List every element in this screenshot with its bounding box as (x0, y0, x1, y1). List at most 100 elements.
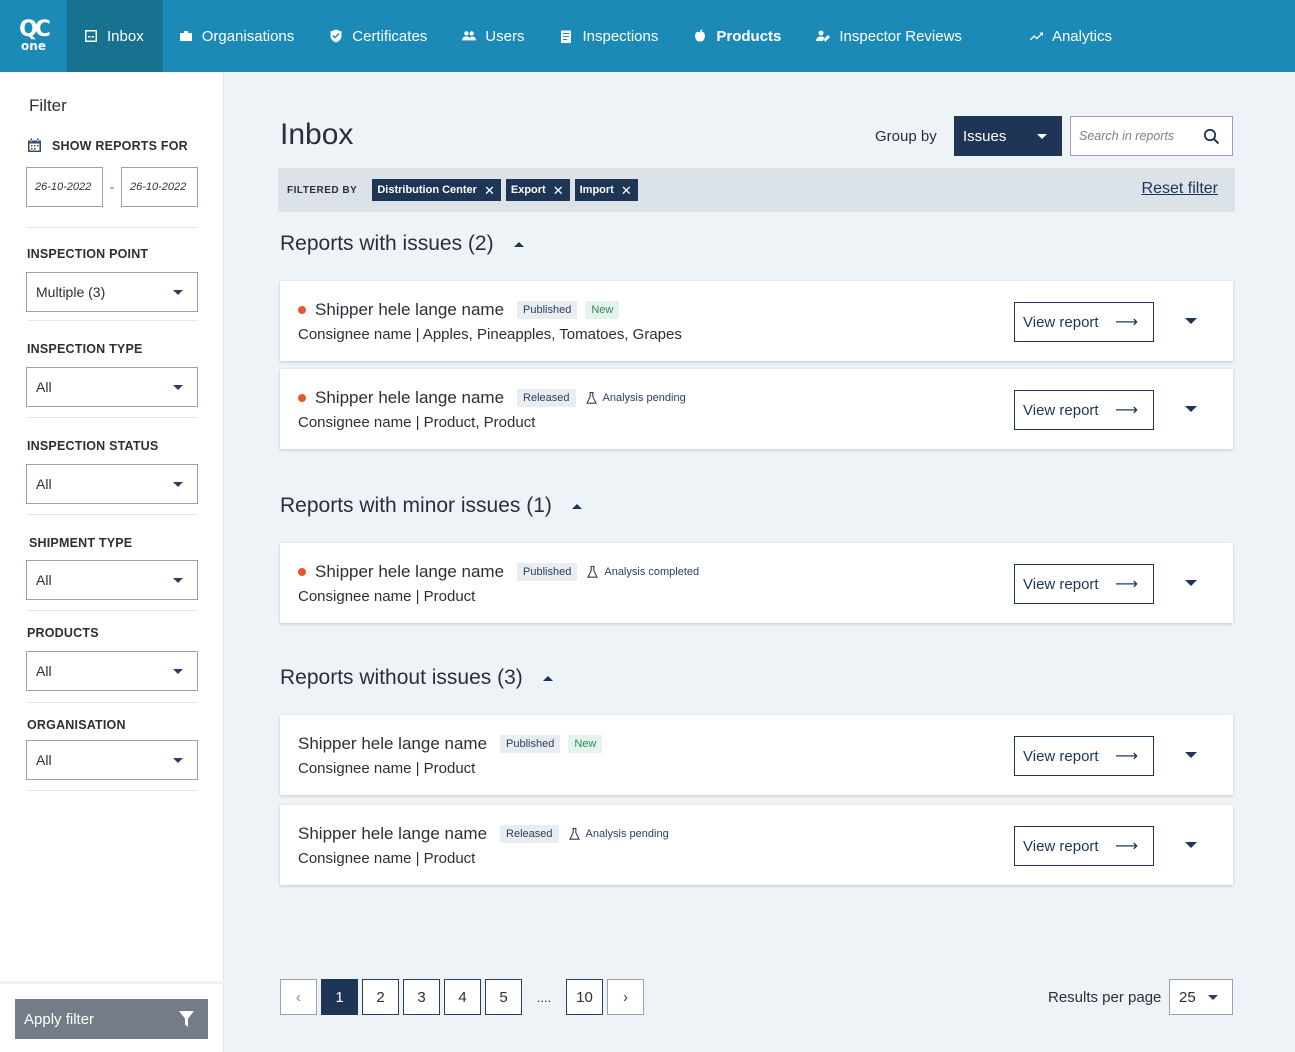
search-icon[interactable] (1203, 128, 1220, 145)
next-page-button[interactable]: › (607, 979, 644, 1015)
shipment-type-select[interactable]: All (26, 560, 198, 600)
analysis-status: Analysis pending (585, 392, 686, 404)
shield-check-icon (330, 29, 342, 43)
apply-filter-button[interactable]: Apply filter (15, 999, 208, 1039)
view-report-button[interactable]: View report ⟶ (1014, 302, 1154, 342)
report-card: Shipper hele lange name Published New Co… (280, 715, 1233, 795)
nav-products[interactable]: Products (677, 0, 800, 72)
filter-chip-import[interactable]: Import ✕ (574, 179, 638, 201)
page-ellipsis: .... (536, 989, 552, 1005)
inbox-icon (85, 30, 97, 42)
chevron-down-icon (1185, 406, 1197, 412)
page-button-10[interactable]: 10 (566, 979, 603, 1015)
trend-up-icon (1029, 32, 1043, 41)
nav-certificates[interactable]: Certificates (313, 0, 446, 72)
inspection-point-select[interactable]: Multiple (3) (26, 272, 198, 312)
date-to-input[interactable]: 26-10-2022 (121, 167, 198, 207)
analysis-label: Analysis pending (585, 828, 669, 840)
page-button-3[interactable]: 3 (403, 979, 440, 1015)
show-reports-for-text: SHOW REPORTS FOR (52, 138, 188, 153)
qc-one-logo[interactable]: QC one (0, 0, 67, 72)
inspection-point-label: INSPECTION POINT (27, 247, 149, 261)
apple-icon (695, 29, 706, 42)
chip-label: Import (579, 184, 614, 196)
inspection-status-select[interactable]: All (26, 464, 198, 504)
view-report-button[interactable]: View report ⟶ (1014, 564, 1154, 604)
page-button-5[interactable]: 5 (485, 979, 522, 1015)
inspection-type-select[interactable]: All (26, 367, 198, 407)
reset-filter-link[interactable]: Reset filter (1142, 180, 1218, 198)
inspection-type-label: INSPECTION TYPE (27, 342, 143, 356)
nav-analytics[interactable]: Analytics (981, 0, 1131, 72)
status-badge: Published (500, 735, 561, 753)
nav-inbox[interactable]: Inbox (67, 0, 163, 72)
expand-report-button[interactable] (1179, 313, 1203, 329)
close-icon[interactable]: ✕ (553, 184, 564, 197)
expand-report-button[interactable] (1179, 575, 1203, 591)
filter-chip-export[interactable]: Export ✕ (505, 179, 570, 201)
expand-report-button[interactable] (1179, 401, 1203, 417)
shipper-name: Shipper hele lange name (298, 824, 488, 843)
organisation-select[interactable]: All (26, 740, 198, 780)
nav-organisations[interactable]: Organisations (163, 0, 314, 72)
chevron-down-icon (173, 757, 183, 763)
nav-organisations-label: Organisations (201, 27, 295, 45)
group-by-label: Group by (875, 128, 937, 145)
apply-filter-label: Apply filter (24, 1010, 95, 1028)
clipboard-icon (561, 30, 572, 43)
results-per-page-value: 25 (1179, 988, 1196, 1006)
results-per-page-select[interactable]: 25 (1169, 979, 1233, 1015)
nav-inspector-reviews[interactable]: Inspector Reviews (800, 0, 981, 72)
group-title: Reports with issues (2) (280, 232, 494, 255)
group-title: Reports with minor issues (1) (280, 494, 552, 517)
view-report-button[interactable]: View report ⟶ (1014, 390, 1154, 430)
flask-icon (585, 392, 597, 404)
apply-area-divider (0, 981, 224, 984)
chevron-up-icon (513, 241, 524, 247)
report-card: Shipper hele lange name Released Analysi… (280, 369, 1233, 449)
arrow-right-icon: ⟶ (1115, 838, 1138, 855)
close-icon[interactable]: ✕ (484, 184, 495, 197)
nav-users[interactable]: Users (446, 0, 543, 72)
group-header-without-issues[interactable]: Reports without issues (3) (280, 666, 553, 690)
report-card: Shipper hele lange name Published New Co… (280, 281, 1233, 361)
nav-inspections[interactable]: Inspections (543, 0, 677, 72)
divider (27, 514, 198, 515)
filter-chip-distribution-center[interactable]: Distribution Center ✕ (372, 179, 501, 201)
nav-certificates-label: Certificates (352, 27, 428, 45)
page-button-2[interactable]: 2 (362, 979, 399, 1015)
inspection-status-label: INSPECTION STATUS (27, 439, 159, 453)
group-header-minor-issues[interactable]: Reports with minor issues (1) (280, 494, 582, 518)
view-report-label: View report (1023, 837, 1099, 855)
previous-page-button[interactable]: ‹ (280, 979, 317, 1015)
chevron-up-icon (542, 675, 553, 681)
chevron-down-icon (173, 577, 183, 583)
new-badge: New (568, 735, 603, 753)
group-header-issues[interactable]: Reports with issues (2) (280, 232, 524, 256)
shipper-name: Shipper hele lange name (315, 388, 505, 407)
date-from-input[interactable]: 26-10-2022 (26, 167, 103, 207)
divider (27, 320, 198, 321)
arrow-right-icon: ⟶ (1115, 748, 1138, 765)
consignee-products: Consignee name | Product (298, 760, 476, 777)
close-icon[interactable]: ✕ (621, 184, 632, 197)
page-button-4[interactable]: 4 (444, 979, 481, 1015)
logo-mark: QC (19, 17, 51, 42)
shipper-name: Shipper hele lange name (298, 734, 488, 753)
expand-report-button[interactable] (1179, 837, 1203, 853)
search-input[interactable] (1079, 129, 1189, 143)
analysis-label: Analysis pending (602, 392, 686, 404)
users-icon (462, 31, 477, 41)
products-select[interactable]: All (26, 651, 198, 691)
view-report-button[interactable]: View report ⟶ (1014, 826, 1154, 866)
arrow-right-icon: ⟶ (1115, 402, 1138, 419)
expand-report-button[interactable] (1179, 747, 1203, 763)
chevron-down-icon (1037, 133, 1047, 139)
products-value: All (36, 663, 52, 679)
nav-analytics-label: Analytics (1051, 27, 1112, 45)
page-button-1[interactable]: 1 (321, 979, 358, 1015)
page-title: Inbox (280, 118, 354, 151)
group-by-select[interactable]: Issues (954, 116, 1062, 156)
view-report-button[interactable]: View report ⟶ (1014, 736, 1154, 776)
view-report-label: View report (1023, 401, 1099, 419)
